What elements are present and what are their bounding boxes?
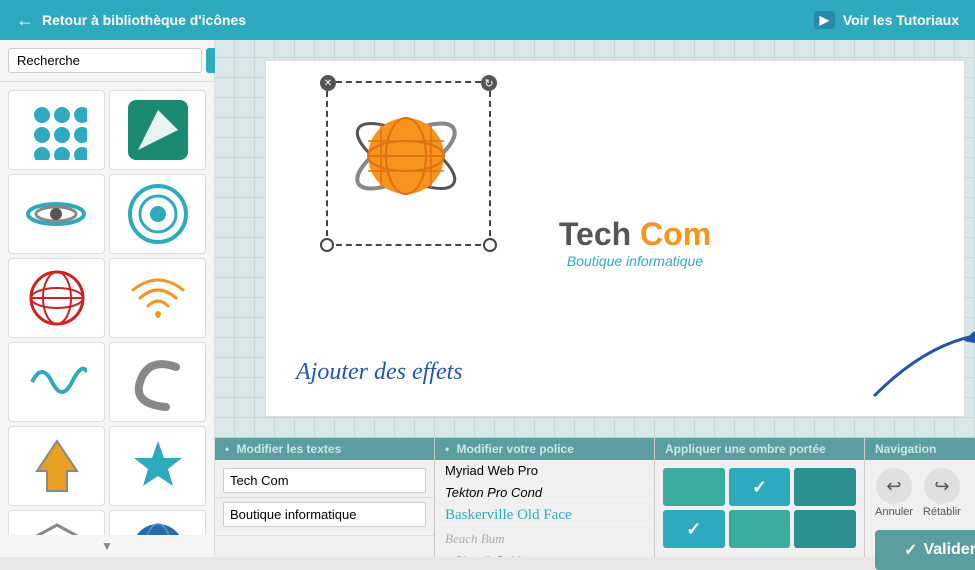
sidebar-scroll-indicator[interactable]: ▼ [0,535,214,557]
hex-dots-icon [27,520,87,535]
redo-button[interactable]: ↪ Rétablir [923,468,961,518]
shadow-option-4[interactable]: ✓ [663,510,725,548]
font-item[interactable]: ▸ Qlassik Bold [435,551,654,557]
satellite-icon [24,194,89,234]
nav-section-header: Navigation [865,438,975,460]
icon-item[interactable] [8,510,105,535]
icon-item[interactable] [109,342,206,422]
back-label: Retour à bibliothèque d'icônes [42,12,246,28]
undo-button[interactable]: ↩ Annuler [875,468,913,518]
logo-tech-text: Tech [559,216,631,252]
icon-item[interactable] [8,426,105,506]
icon-grid [0,82,214,535]
font-item[interactable]: Tekton Pro Cond [435,482,654,504]
video-icon: ▶ [814,11,835,29]
redo-icon: ↪ [924,468,960,504]
font-list: Myriad Web Pro Tekton Pro Cond Baskervil… [435,460,654,557]
back-arrow-icon: ← [16,10,34,31]
annotation-arrow [864,326,975,406]
design-canvas[interactable]: ✕ ↻ [215,40,975,437]
c-letter-icon [128,352,188,412]
header: ← Retour à bibliothèque d'icônes ▶ Voir … [0,0,975,40]
shadow-option-2[interactable]: ✓ [729,468,791,506]
target-icon [128,184,188,244]
shadow-section: Appliquer une ombre portée ✓ ✓ [655,438,865,557]
dots-grid-icon [27,100,87,160]
font-item[interactable]: Baskerville Old Face [435,504,654,528]
icon-item[interactable] [8,258,105,338]
globe-lines-icon [27,268,87,328]
checkmark-icon: ✓ [686,519,701,540]
leaf-icon [128,100,188,160]
icon-item[interactable] [109,174,206,254]
icon-item[interactable] [8,90,105,170]
wifi-icon [128,268,188,328]
validate-button[interactable]: ✓ Valider [875,530,975,570]
icon-sidebar: 🔍 [0,40,215,557]
logo-preview: ✕ ↻ [265,60,965,417]
search-input[interactable] [8,48,202,73]
logo-subtitle-text: Boutique informatique [567,253,703,269]
nav-section: Navigation ↩ Annuler ↪ Rétablir ✓ Valide… [865,438,975,557]
shadow-option-1[interactable] [663,468,725,506]
text-section-header: • Modifier les textes [215,438,434,460]
icon-item[interactable] [109,90,206,170]
font-section-header: • Modifier votre police [435,438,654,460]
logo-com-text: Com [631,216,711,252]
logo-text-area: Tech Com Boutique informatique [326,216,944,271]
text-input-2[interactable] [223,502,426,527]
undo-icon: ↩ [876,468,912,504]
font-section: • Modifier votre police Myriad Web Pro T… [435,438,655,557]
bullet-icon: • [225,442,229,456]
star-icon [128,436,188,496]
annotation-text: Ajouter des effets [296,359,463,385]
tutorial-button[interactable]: ▶ Voir les Tutoriaux [814,11,959,29]
bottom-toolbar: • Modifier les textes • Modifier votre p… [215,437,975,557]
shadow-section-header: Appliquer une ombre portée [655,438,864,460]
font-item[interactable]: Beach Bum [435,528,654,551]
wave-icon [27,352,87,412]
world-icon [128,520,188,535]
validate-checkmark-icon: ✓ [904,540,917,560]
search-bar: 🔍 [0,40,214,82]
rotate-handle[interactable]: ↻ [481,75,497,91]
icon-item[interactable] [8,342,105,422]
shadow-option-3[interactable] [794,468,856,506]
back-button[interactable]: ← Retour à bibliothèque d'icônes [16,10,246,31]
main-layout: 🔍 [0,40,975,557]
shadow-grid: ✓ ✓ [655,460,864,556]
arrow-up-icon [27,436,87,496]
canvas-area: ✕ ↻ [215,40,975,557]
shadow-option-6[interactable] [794,510,856,548]
checkmark-icon: ✓ [752,477,767,498]
close-handle[interactable]: ✕ [320,75,336,91]
globe-svg [346,96,466,216]
logo-globe [346,96,466,221]
tutorial-label: Voir les Tutoriaux [843,12,959,28]
text-field-2-wrapper [215,498,434,536]
text-section: • Modifier les textes [215,438,435,557]
text-input-1[interactable] [223,468,426,493]
icon-item[interactable] [8,174,105,254]
bullet-icon: • [445,442,449,456]
nav-actions: ↩ Annuler ↪ Rétablir [865,460,975,526]
icon-item[interactable] [109,426,206,506]
font-item[interactable]: Myriad Web Pro [435,460,654,482]
annotation-area: Ajouter des effets [296,359,964,386]
text-field-1-wrapper [215,460,434,498]
icon-item[interactable] [109,258,206,338]
icon-item[interactable] [109,510,206,535]
shadow-option-5[interactable] [729,510,791,548]
